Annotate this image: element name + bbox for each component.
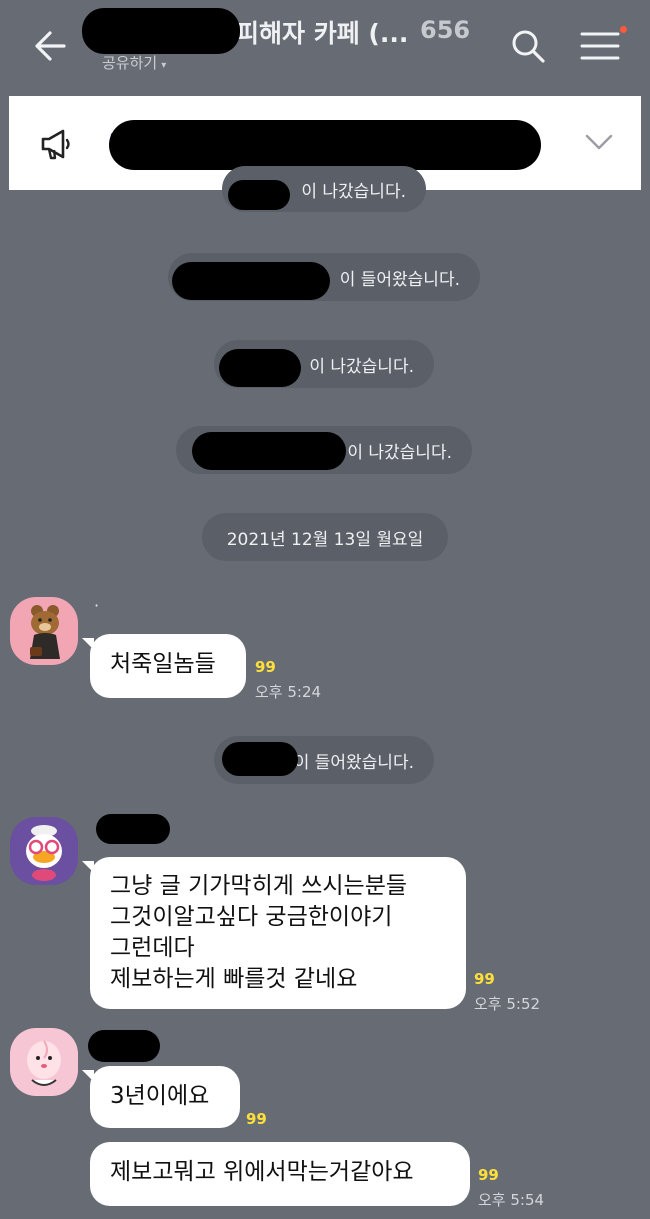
search-icon[interactable] (508, 26, 548, 66)
redacted-name (228, 180, 290, 210)
megaphone-icon (41, 129, 70, 160)
unread-count: 99 (474, 970, 495, 988)
avatar[interactable] (10, 817, 78, 885)
message-bubble[interactable]: 처죽일놈들 (82, 634, 246, 698)
redacted-sender (96, 814, 170, 844)
back-arrow-icon[interactable] (30, 26, 70, 66)
redacted-name (222, 742, 298, 776)
share-label: 공유하기 (102, 54, 158, 72)
unread-count: 99 (478, 1166, 499, 1184)
chat-room-title[interactable]: 피해자 카페 (... (236, 14, 408, 50)
redacted-name (192, 432, 346, 470)
redacted-name (219, 349, 301, 387)
avatar[interactable] (10, 597, 78, 665)
message-time: 오후 5:24 (255, 683, 322, 701)
share-dropdown[interactable]: 공유하기 ▾ (102, 52, 166, 73)
bear-character-icon (30, 605, 60, 659)
menu-icon[interactable] (578, 26, 622, 66)
redacted-notice (109, 120, 541, 170)
redacted-name (172, 262, 330, 300)
chevron-down-icon[interactable] (584, 130, 614, 154)
notification-dot (620, 26, 627, 33)
redacted-sender (88, 1030, 160, 1062)
sender-name: · (94, 596, 100, 615)
message-time: 오후 5:52 (474, 995, 541, 1013)
message-bubble[interactable]: 그냥 글 기가막히게 쓰시는분들 그것이알고싶다 궁금한이야기 그런데다 제보하… (82, 857, 466, 1009)
message-bubble[interactable]: 제보고뭐고 위에서막는거같아요 (90, 1142, 470, 1206)
unread-count: 99 (255, 658, 276, 676)
message-bubble[interactable]: 3년이에요 (82, 1066, 240, 1128)
caret-down-icon: ▾ (161, 60, 167, 71)
redacted-title-prefix (82, 8, 240, 54)
member-count: 656 (420, 16, 471, 44)
chat-header: 피해자 카페 (... 656 공유하기 ▾ (0, 0, 650, 95)
avatar[interactable] (10, 1028, 78, 1096)
unread-count: 99 (246, 1110, 267, 1128)
date-divider: 2021년 12월 13일 월요일 (202, 513, 448, 561)
duck-character-icon (26, 825, 62, 881)
peach-character-icon (27, 1040, 61, 1086)
message-time: 오후 5:54 (478, 1191, 545, 1209)
